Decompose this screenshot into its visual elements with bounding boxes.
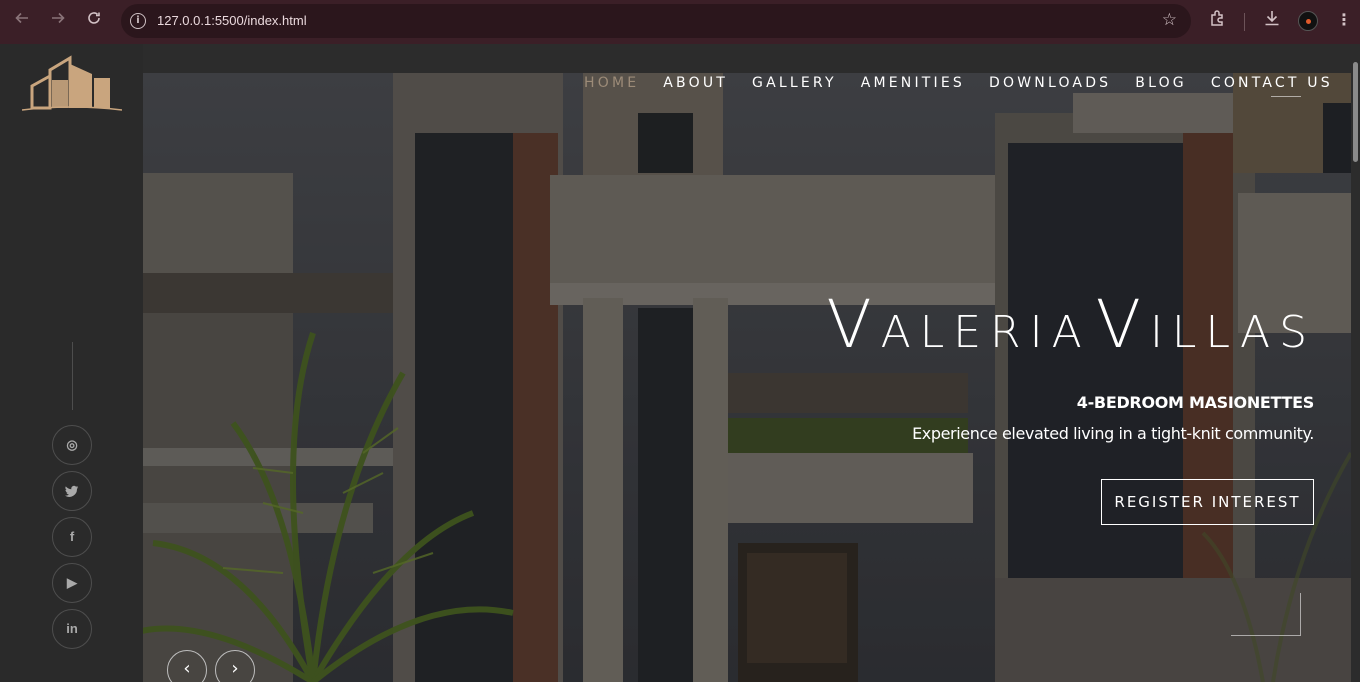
hero-background-image <box>143 73 1351 682</box>
hero-subtitle: 4-BEDROOM MASIONETTES <box>1076 393 1315 412</box>
slider-next-button[interactable]: › <box>215 650 255 682</box>
page-scrollbar[interactable] <box>1351 44 1360 682</box>
register-interest-button[interactable]: REGISTER INTEREST <box>1101 479 1314 525</box>
nav-blog[interactable]: BLOG <box>1135 75 1187 95</box>
scrollbar-thumb[interactable] <box>1353 62 1358 162</box>
nav-downloads[interactable]: DOWNLOADS <box>989 75 1111 95</box>
download-icon[interactable] <box>1263 9 1281 32</box>
frame-line-bottom <box>1231 635 1301 636</box>
linkedin-icon[interactable]: in <box>52 609 92 649</box>
nav-amenities[interactable]: AMENITIES <box>861 75 965 95</box>
reload-icon <box>88 12 100 24</box>
web-page: ◎ f ▶ in HOME ABOUT GALLERY AMENITIES DO… <box>0 44 1360 682</box>
browser-toolbar: i 127.0.0.1:5500/index.html ☆ ⋮ <box>0 0 1360 44</box>
instagram-icon[interactable]: ◎ <box>52 425 92 465</box>
facebook-icon[interactable]: f <box>52 517 92 557</box>
back-button[interactable] <box>11 10 33 32</box>
slider-prev-button[interactable]: ‹ <box>167 650 207 682</box>
chevron-right-icon: › <box>231 658 239 679</box>
arrow-left-icon <box>15 12 28 24</box>
star-icon[interactable]: ☆ <box>1162 10 1177 30</box>
nav-contact-us[interactable]: CONTACT US <box>1211 75 1333 95</box>
site-info-icon[interactable]: i <box>130 13 146 29</box>
hero-tagline: Experience elevated living in a tight-kn… <box>912 424 1314 443</box>
sidebar-divider <box>72 342 73 410</box>
url-text[interactable]: 127.0.0.1:5500/index.html <box>157 13 307 28</box>
profile-avatar[interactable] <box>1298 11 1318 31</box>
twitter-icon[interactable] <box>52 471 92 511</box>
hero-title: VALERIA VILLAS <box>826 286 1316 363</box>
arrow-right-icon <box>52 12 65 24</box>
sidebar: ◎ f ▶ in <box>0 44 143 682</box>
hero-slider: HOME ABOUT GALLERY AMENITIES DOWNLOADS B… <box>143 73 1351 682</box>
main-nav: HOME ABOUT GALLERY AMENITIES DOWNLOADS B… <box>584 75 1351 95</box>
toolbar-divider <box>1244 13 1245 31</box>
address-bar[interactable]: i 127.0.0.1:5500/index.html ☆ <box>121 4 1191 38</box>
youtube-icon[interactable]: ▶ <box>52 563 92 603</box>
nav-home[interactable]: HOME <box>584 75 639 95</box>
building-logo-icon[interactable] <box>22 50 122 114</box>
forward-button[interactable] <box>47 10 69 32</box>
nav-gallery[interactable]: GALLERY <box>752 75 837 95</box>
reload-button[interactable] <box>83 10 105 32</box>
kebab-menu-icon[interactable]: ⋮ <box>1336 10 1352 29</box>
frame-line-top-h <box>1271 96 1301 97</box>
nav-about[interactable]: ABOUT <box>663 75 728 95</box>
frame-line-right <box>1300 593 1301 635</box>
chevron-left-icon: ‹ <box>183 658 191 679</box>
puzzle-icon[interactable] <box>1209 9 1227 32</box>
